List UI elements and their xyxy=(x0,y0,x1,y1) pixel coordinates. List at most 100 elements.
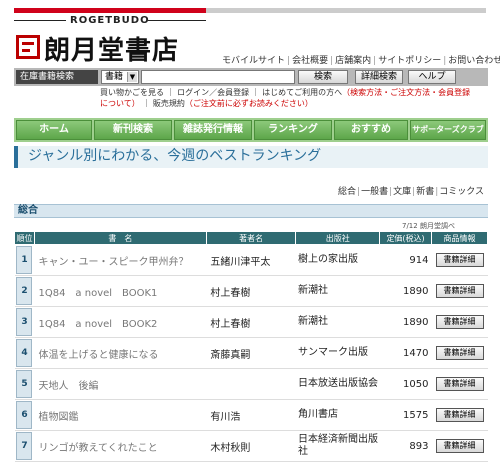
terms-note: （ご注文前に必ずお読みください） xyxy=(184,99,313,108)
book-author[interactable]: 村上春樹 xyxy=(206,306,296,338)
book-publisher: 日本放送出版協会 xyxy=(295,368,380,400)
book-author[interactable]: 斎藤真嗣 xyxy=(206,337,296,369)
book-author[interactable]: 木村秋則 xyxy=(206,430,296,462)
chevron-down-icon: ▼ xyxy=(127,72,137,82)
account-links-line1[interactable]: 買い物かごを見る ｜ ログイン／会員登録 ｜ はじめてご利用の方へ xyxy=(100,88,342,97)
account-links: 買い物かごを見る ｜ ログイン／会員登録 ｜ はじめてご利用の方へ（検索方法・ご… xyxy=(100,87,490,109)
book-publisher: 日本経済新聞出版社 xyxy=(295,430,380,462)
nav-recommend[interactable]: おすすめ xyxy=(334,120,408,140)
table-header-row: 順位 書 名 著者名 出版社 定価(税込) 商品情報 xyxy=(14,231,488,245)
rank-number: 5 xyxy=(16,370,33,398)
logo-icon[interactable] xyxy=(16,35,40,59)
book-title[interactable]: 1Q84 a novel BOOK1 xyxy=(34,275,207,307)
header-author: 著者名 xyxy=(205,231,297,245)
search-button[interactable]: 検索 xyxy=(298,70,348,84)
book-publisher: 樹上の家出版 xyxy=(295,244,380,276)
search-input[interactable] xyxy=(141,70,295,84)
book-price: 1575 xyxy=(379,399,432,431)
book-publisher: サンマーク出版 xyxy=(295,337,380,369)
toplink-mobile[interactable]: モバイルサイト xyxy=(222,56,285,66)
book-title[interactable]: 植物図鑑 xyxy=(34,399,207,431)
book-price: 1890 xyxy=(379,306,432,338)
top-links: モバイルサイト | 会社概要 | 店舗案内 | サイトポリシー | お問い合わせ xyxy=(222,53,500,66)
rank-number: 6 xyxy=(16,401,33,429)
category-shinsho[interactable]: 新書 xyxy=(416,187,434,197)
rank-number: 7 xyxy=(16,432,33,460)
table-row: 3 1Q84 a novel BOOK2 村上春樹 新潮社 1890 書籍詳細 xyxy=(14,306,488,338)
book-price: 914 xyxy=(379,244,432,276)
logo-rule-left xyxy=(14,20,66,21)
category-bunko[interactable]: 文庫 xyxy=(393,187,411,197)
book-publisher: 角川書店 xyxy=(295,399,380,431)
category-general[interactable]: 一般書 xyxy=(361,187,388,197)
toplink-contact[interactable]: お問い合わせ xyxy=(448,56,500,66)
book-author[interactable]: 有川浩 xyxy=(206,399,296,431)
rank-number: 4 xyxy=(16,339,33,367)
toplink-policy[interactable]: サイトポリシー xyxy=(378,56,441,66)
toplink-company[interactable]: 会社概要 xyxy=(292,56,328,66)
book-detail-button[interactable]: 書籍詳細 xyxy=(435,439,484,453)
guide-note[interactable]: （検索方法・ご注文方法・会員登録 xyxy=(342,88,470,97)
help-button[interactable]: ヘルプ xyxy=(408,70,456,84)
search-category-value: 書籍 xyxy=(105,72,124,82)
category-comics[interactable]: コミックス xyxy=(439,187,484,197)
table-row: 1 キャン・ユー・スピーク甲州弁？ 五緒川津平太 樹上の家出版 914 書籍詳細 xyxy=(14,244,488,276)
table-row: 6 植物図鑑 有川浩 角川書店 1575 書籍詳細 xyxy=(14,399,488,431)
book-title[interactable]: リンゴが教えてくれたこと xyxy=(34,430,207,462)
book-author[interactable] xyxy=(206,368,296,400)
book-detail-button[interactable]: 書籍詳細 xyxy=(435,284,484,298)
nav-home[interactable]: ホーム xyxy=(16,120,92,140)
book-publisher: 新潮社 xyxy=(295,275,380,307)
header-price: 定価(税込) xyxy=(379,231,432,245)
category-all[interactable]: 総合 xyxy=(338,187,356,197)
search-label: 在庫書籍検索 xyxy=(16,70,98,84)
nav-ranking[interactable]: ランキング xyxy=(254,120,332,140)
search-category-select[interactable]: 書籍 ▼ xyxy=(101,70,139,84)
section-header xyxy=(14,204,488,218)
book-detail-button[interactable]: 書籍詳細 xyxy=(435,408,484,422)
book-title[interactable]: 体温を上げると健康になる xyxy=(34,337,207,369)
table-row: 4 体温を上げると健康になる 斎藤真嗣 サンマーク出版 1470 書籍詳細 xyxy=(14,337,488,369)
rank-number: 2 xyxy=(16,277,33,305)
book-price: 1890 xyxy=(379,275,432,307)
book-detail-button[interactable]: 書籍詳細 xyxy=(435,377,484,391)
header-title: 書 名 xyxy=(33,231,207,245)
book-detail-button[interactable]: 書籍詳細 xyxy=(435,346,484,360)
ranking-table: 順位 書 名 著者名 出版社 定価(税込) 商品情報 1 キャン・ユー・スピーク… xyxy=(14,231,488,462)
book-detail-button[interactable]: 書籍詳細 xyxy=(435,253,484,267)
top-grey-bar xyxy=(206,8,486,13)
section-title: 総合 xyxy=(18,205,38,216)
nav-supporters-club[interactable]: サポーターズクラブ xyxy=(410,120,486,140)
toplink-stores[interactable]: 店舗案内 xyxy=(335,56,371,66)
page-title: ジャンル別にわかる、今週のベストランキング xyxy=(28,148,322,164)
table-row: 5 天地人 後編 日本放送出版協会 1050 書籍詳細 xyxy=(14,368,488,400)
terms-link[interactable]: ｜ 販売規約 xyxy=(142,99,185,108)
book-price: 893 xyxy=(379,430,432,462)
book-price: 1050 xyxy=(379,368,432,400)
advanced-search-button[interactable]: 詳細検索 xyxy=(355,70,403,84)
header-info: 商品情報 xyxy=(431,231,488,245)
table-row: 7 リンゴが教えてくれたこと 木村秋則 日本経済新聞出版社 893 書籍詳細 xyxy=(14,430,488,462)
rank-number: 3 xyxy=(16,308,33,336)
book-title[interactable]: キャン・ユー・スピーク甲州弁？ xyxy=(34,244,207,276)
book-title[interactable]: 1Q84 a novel BOOK2 xyxy=(34,306,207,338)
book-publisher: 新潮社 xyxy=(295,306,380,338)
book-author[interactable]: 村上春樹 xyxy=(206,275,296,307)
nav-new-books[interactable]: 新刊検索 xyxy=(94,120,172,140)
book-price: 1470 xyxy=(379,337,432,369)
logo-wordmark: ROGETBUDO xyxy=(70,15,150,26)
book-author[interactable]: 五緒川津平太 xyxy=(206,244,296,276)
store-name[interactable]: 朗月堂書店 xyxy=(44,30,179,67)
book-detail-button[interactable]: 書籍詳細 xyxy=(435,315,484,329)
book-title[interactable]: 天地人 後編 xyxy=(34,368,207,400)
category-links: 総合|一般書|文庫|新書|コミックス xyxy=(338,187,484,197)
guide-note-cont[interactable]: について） xyxy=(100,99,140,108)
top-red-bar xyxy=(14,8,206,13)
nav-magazines[interactable]: 雑誌発行情報 xyxy=(174,120,252,140)
header-publisher: 出版社 xyxy=(295,231,381,245)
logo-rule-right xyxy=(148,20,206,21)
rank-number: 1 xyxy=(16,246,33,274)
date-note: 7/12 朗月堂調べ xyxy=(402,222,455,230)
table-row: 2 1Q84 a novel BOOK1 村上春樹 新潮社 1890 書籍詳細 xyxy=(14,275,488,307)
header-rank: 順位 xyxy=(14,231,35,245)
